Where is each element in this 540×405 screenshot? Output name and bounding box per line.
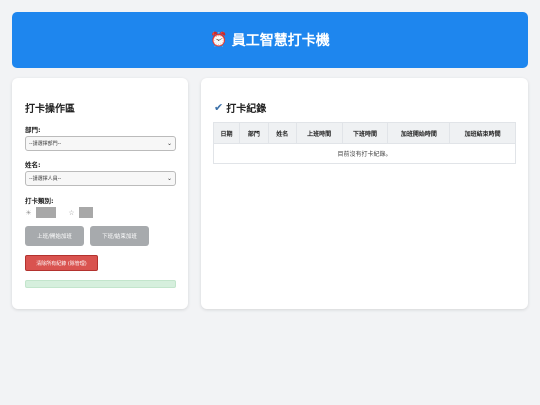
department-select[interactable]: --請選擇部門-- ⌄ xyxy=(25,136,176,151)
clock-panel-title: 打卡操作區 xyxy=(25,104,75,115)
star-icon[interactable]: ☆ xyxy=(68,209,75,217)
status-bar xyxy=(25,280,176,288)
punch-type-option-1[interactable] xyxy=(36,207,56,218)
chevron-down-icon: ⌄ xyxy=(166,140,172,147)
sun-icon[interactable]: ☀ xyxy=(25,209,32,217)
department-select-value: --請選擇部門-- xyxy=(29,141,62,147)
records-title-text: 打卡紀錄 xyxy=(226,104,267,115)
clock-out-button[interactable]: 下班/結束加班 xyxy=(90,226,149,246)
column-header: 下班時間 xyxy=(341,122,389,144)
records-panel: ✔ 打卡紀錄 日期 部門 姓名 上班時間 下班時間 加班開始時間 加班結束時間 … xyxy=(201,78,528,309)
app-title: 員工智慧打卡機 xyxy=(231,33,330,49)
alarm-clock-icon: ⏰ xyxy=(210,32,228,48)
column-header: 加班開始時間 xyxy=(387,122,451,144)
records-panel-title: ✔ 打卡紀錄 xyxy=(214,100,266,115)
punch-type-option-2[interactable] xyxy=(79,207,93,218)
column-header: 姓名 xyxy=(267,122,297,144)
column-header: 日期 xyxy=(213,122,240,144)
person-select[interactable]: --請選擇人員-- ⌄ xyxy=(25,171,176,186)
person-select-value: --請選擇人員-- xyxy=(29,176,62,182)
table-row: 目前沒有打卡紀錄。 xyxy=(213,143,516,164)
clear-records-button[interactable]: 清除所有紀錄 (除管理) xyxy=(25,255,98,271)
department-label: 部門: xyxy=(25,126,41,134)
person-label: 姓名: xyxy=(25,161,41,169)
column-header: 上班時間 xyxy=(295,122,343,144)
records-table: 日期 部門 姓名 上班時間 下班時間 加班開始時間 加班結束時間 目前沒有打卡紀… xyxy=(213,122,516,164)
table-header-row: 日期 部門 姓名 上班時間 下班時間 加班開始時間 加班結束時間 xyxy=(213,122,516,144)
clock-panel: 打卡操作區 部門: --請選擇部門-- ⌄ 姓名: --請選擇人員-- ⌄ 打卡… xyxy=(12,78,188,309)
column-header: 部門 xyxy=(238,122,269,144)
column-header: 加班結束時間 xyxy=(449,122,516,144)
clock-in-button[interactable]: 上班/開始加班 xyxy=(25,226,84,246)
punch-type-options: ☀ ☆ xyxy=(25,207,93,218)
app-header: ⏰ 員工智慧打卡機 xyxy=(12,12,528,68)
check-mark-icon: ✔ xyxy=(214,101,224,114)
chevron-down-icon: ⌄ xyxy=(166,175,172,182)
empty-message: 目前沒有打卡紀錄。 xyxy=(213,143,516,164)
punch-type-label: 打卡類別: xyxy=(25,197,54,205)
